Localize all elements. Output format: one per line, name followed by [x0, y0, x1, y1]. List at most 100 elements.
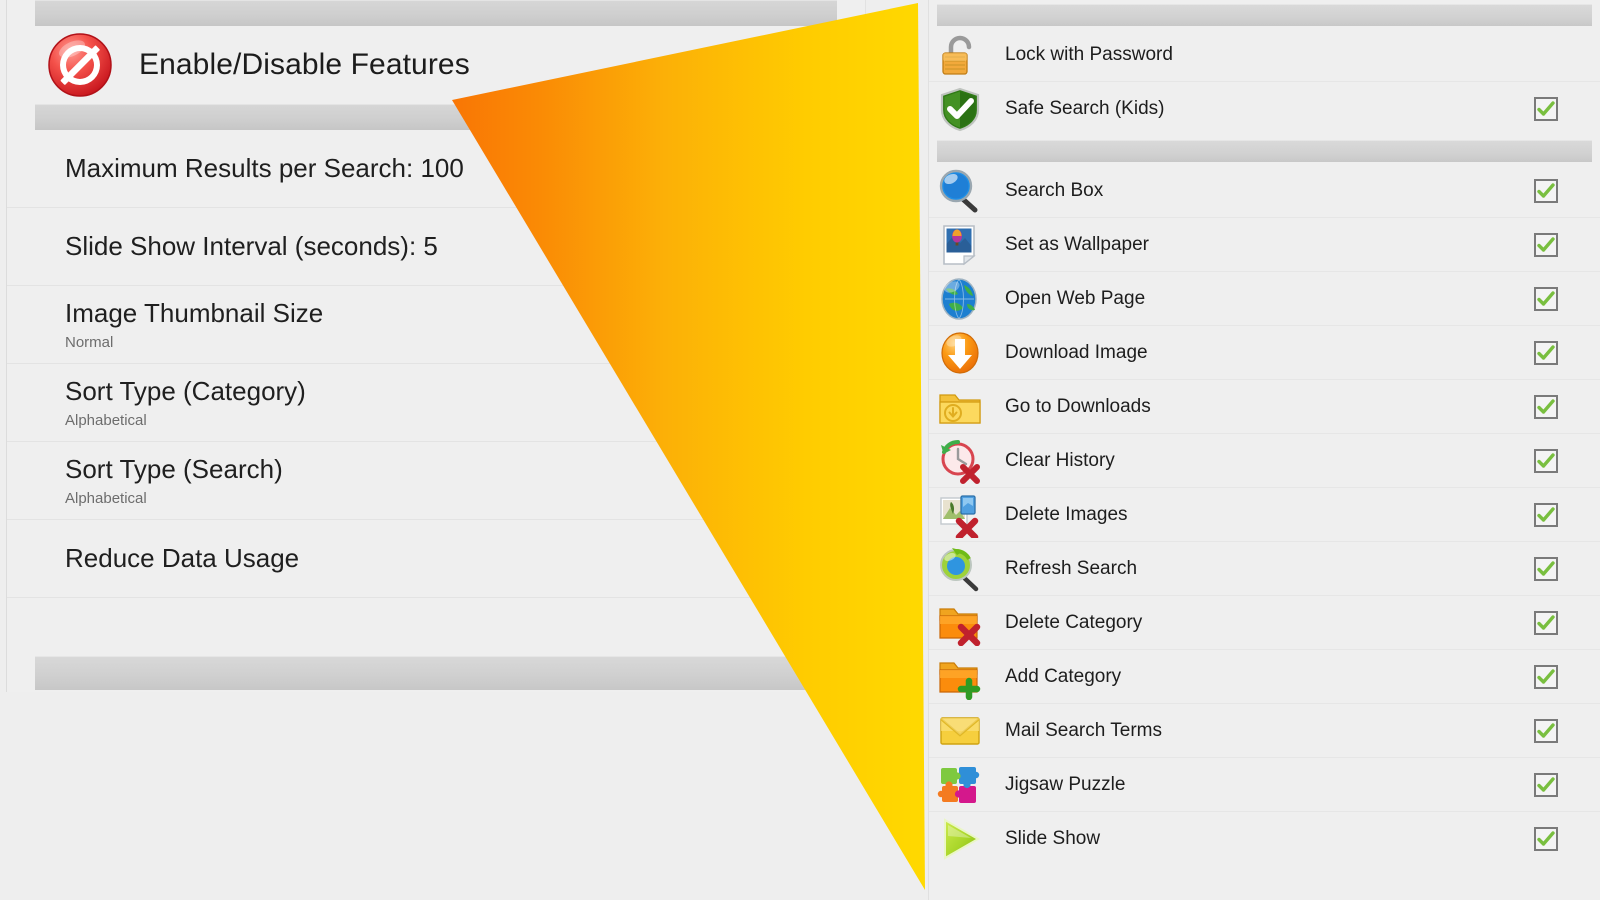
settings-list: Maximum Results per Search: 100 Slide Sh…: [7, 130, 865, 598]
feature-row-go-to-downloads[interactable]: Go to Downloads: [929, 380, 1600, 434]
check-glyph-icon: [1537, 668, 1555, 684]
feature-label: Go to Downloads: [1005, 395, 1151, 417]
setting-row-reduce-data-usage[interactable]: Reduce Data Usage: [7, 520, 865, 598]
folder-add-icon: [937, 654, 983, 700]
feature-row-open-web-page[interactable]: Open Web Page: [929, 272, 1600, 326]
screen-root: Enable/Disable Features Maximum Results …: [0, 0, 1600, 900]
check-glyph-icon: [1537, 614, 1555, 630]
check-glyph-icon: [1537, 290, 1555, 306]
picture-wallpaper-icon: [937, 222, 983, 268]
feature-checkbox[interactable]: [1534, 448, 1558, 473]
feature-row-delete-images[interactable]: Delete Images: [929, 488, 1600, 542]
feature-row-set-as-wallpaper[interactable]: Set as Wallpaper: [929, 218, 1600, 272]
setting-title: Sort Type (Search): [65, 454, 283, 485]
feature-row-mail-search-terms[interactable]: Mail Search Terms: [929, 704, 1600, 758]
feature-label: Delete Category: [1005, 611, 1143, 633]
features-group-separator-top: [937, 4, 1592, 26]
setting-row-max-results[interactable]: Maximum Results per Search: 100: [7, 130, 865, 208]
feature-checkbox[interactable]: [1534, 232, 1558, 257]
setting-subtitle: Alphabetical: [65, 489, 147, 507]
feature-checkbox[interactable]: [1534, 827, 1558, 851]
setting-title: Maximum Results per Search: 100: [65, 153, 464, 184]
feature-label: Jigsaw Puzzle: [1005, 773, 1126, 795]
feature-row-add-category[interactable]: Add Category: [929, 650, 1600, 704]
download-arrow-icon: [937, 330, 983, 376]
setting-subtitle: Alphabetical: [65, 411, 147, 429]
feature-checkbox[interactable]: [1534, 286, 1558, 311]
feature-checkbox[interactable]: [1534, 556, 1558, 581]
feature-checkbox[interactable]: [1534, 97, 1558, 121]
check-glyph-icon: [1537, 776, 1555, 792]
feature-row-slide-show[interactable]: Slide Show: [929, 812, 1600, 866]
feature-row-refresh-search[interactable]: Refresh Search: [929, 542, 1600, 596]
settings-panel: Enable/Disable Features Maximum Results …: [6, 0, 866, 692]
feature-row-clear-history[interactable]: Clear History: [929, 434, 1600, 488]
setting-title: Reduce Data Usage: [65, 543, 300, 574]
setting-title: Image Thumbnail Size: [65, 298, 324, 329]
feature-row-search-box[interactable]: Search Box: [929, 164, 1600, 218]
check-glyph-icon: [1537, 452, 1555, 468]
feature-checkbox[interactable]: [1534, 610, 1558, 635]
panel-header: Enable/Disable Features: [7, 26, 865, 104]
feature-checkbox[interactable]: [1534, 718, 1558, 743]
feature-row-safe-search-kids[interactable]: Safe Search (Kids): [929, 82, 1600, 136]
globe-icon: [937, 276, 983, 322]
magnifier-refresh-icon: [937, 546, 983, 592]
setting-row-slideshow-interval[interactable]: Slide Show Interval (seconds): 5: [7, 208, 865, 286]
panel-top-separator: [35, 0, 837, 26]
panel-header-separator: [35, 104, 837, 130]
feature-label: Lock with Password: [1005, 43, 1173, 65]
setting-row-thumbnail-size[interactable]: Image Thumbnail Size Normal: [7, 286, 865, 364]
setting-title: Sort Type (Category): [65, 376, 306, 407]
puzzle-icon: [937, 762, 983, 808]
feature-label: Slide Show: [1005, 828, 1101, 849]
check-glyph-icon: [1537, 101, 1555, 116]
clock-delete-icon: [937, 438, 983, 484]
feature-label: Safe Search (Kids): [1005, 98, 1165, 119]
check-glyph-icon: [1537, 560, 1555, 576]
feature-label: Download Image: [1005, 341, 1148, 363]
feature-row-jigsaw-puzzle[interactable]: Jigsaw Puzzle: [929, 758, 1600, 812]
feature-checkbox[interactable]: [1534, 772, 1558, 797]
check-glyph-icon: [1537, 398, 1555, 414]
feature-label: Add Category: [1005, 665, 1122, 687]
check-glyph-icon: [1537, 722, 1555, 738]
feature-checkbox[interactable]: [1534, 394, 1558, 419]
feature-label: Mail Search Terms: [1005, 719, 1162, 741]
feature-label: Open Web Page: [1005, 287, 1146, 309]
feature-row-lock-with-password[interactable]: Lock with Password: [929, 28, 1600, 82]
feature-row-download-image[interactable]: Download Image: [929, 326, 1600, 380]
check-glyph-icon: [1537, 182, 1555, 198]
shield-check-icon: [937, 86, 983, 132]
feature-label: Refresh Search: [1005, 557, 1138, 579]
feature-checkbox[interactable]: [1534, 664, 1558, 689]
check-glyph-icon: [1537, 236, 1555, 252]
setting-row-sort-type-search[interactable]: Sort Type (Search) Alphabetical: [7, 442, 865, 520]
check-glyph-icon: [1537, 506, 1555, 522]
no-entry-icon: [47, 32, 113, 98]
panel-bottom-separator: [35, 656, 837, 690]
features-panel: Lock with Password Safe Search (Kids) Se…: [928, 0, 1600, 900]
check-glyph-icon: [1537, 344, 1555, 360]
feature-checkbox[interactable]: [1534, 178, 1558, 203]
feature-label: Delete Images: [1005, 503, 1128, 525]
setting-subtitle: Normal: [65, 333, 114, 351]
envelope-icon: [937, 708, 983, 754]
features-group-separator-mid: [937, 140, 1592, 162]
check-glyph-icon: [1537, 831, 1555, 846]
play-triangle-icon: [937, 816, 983, 862]
feature-checkbox[interactable]: [1534, 340, 1558, 365]
features-group-security: Lock with Password Safe Search (Kids): [929, 28, 1600, 136]
folder-download-icon: [937, 384, 983, 430]
setting-title: Slide Show Interval (seconds): 5: [65, 231, 438, 262]
padlock-open-icon: [937, 32, 983, 78]
setting-row-sort-type-category[interactable]: Sort Type (Category) Alphabetical: [7, 364, 865, 442]
feature-label: Search Box: [1005, 179, 1104, 201]
feature-checkbox[interactable]: [1534, 502, 1558, 527]
feature-row-delete-category[interactable]: Delete Category: [929, 596, 1600, 650]
magnifier-blue-icon: [937, 168, 983, 214]
features-group-actions: Search Box Set as Wallpaper Open Web Pag…: [929, 164, 1600, 866]
feature-label: Set as Wallpaper: [1005, 233, 1149, 255]
image-delete-icon: [937, 492, 983, 538]
feature-label: Clear History: [1005, 449, 1115, 471]
